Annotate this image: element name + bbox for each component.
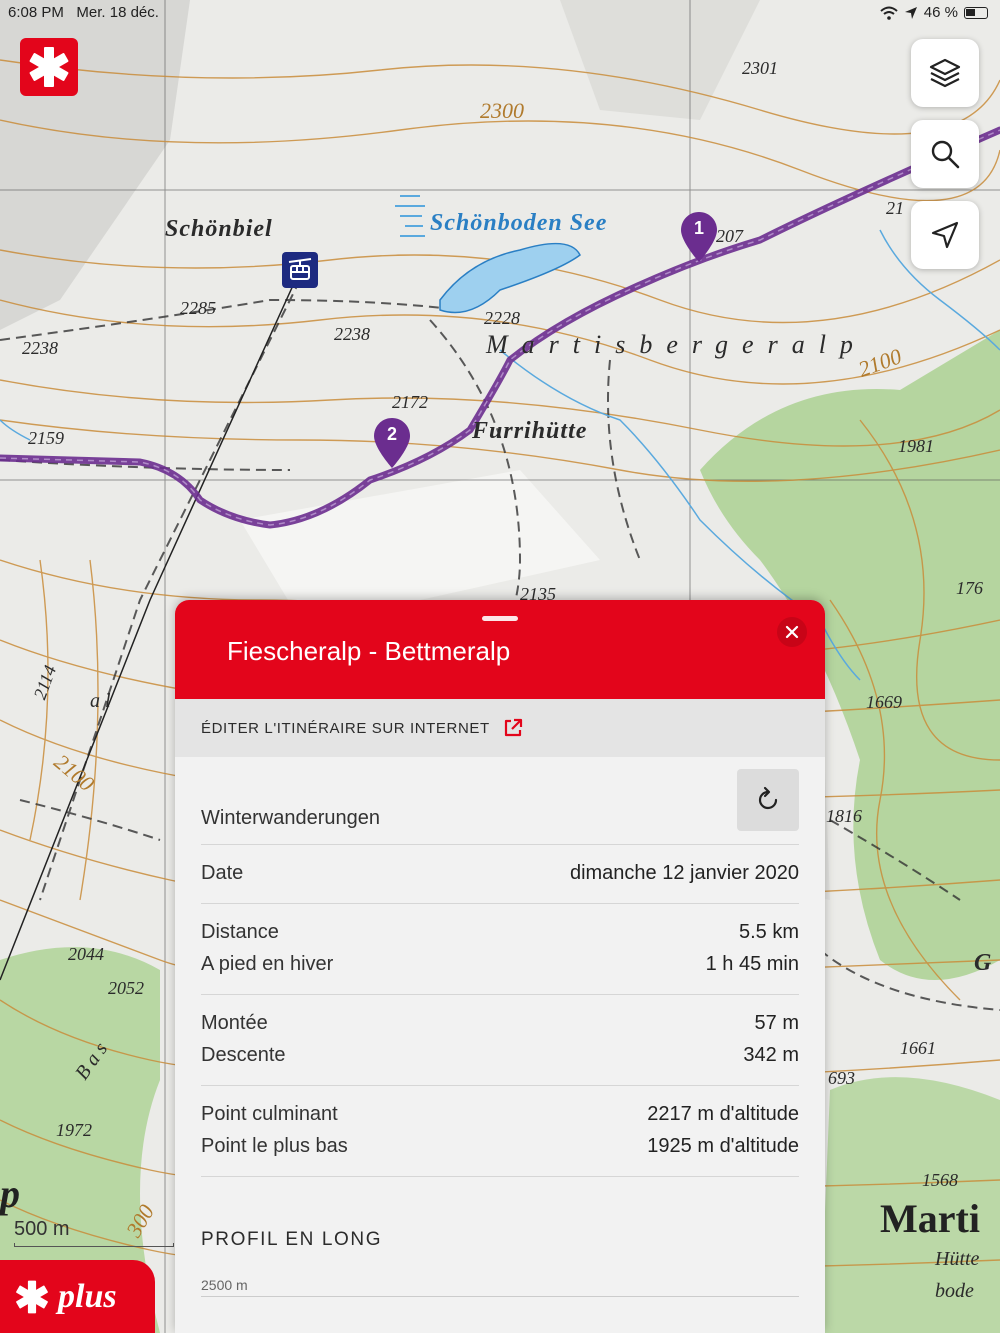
search-button[interactable] xyxy=(911,120,979,188)
elevation-label: 1816 xyxy=(826,806,862,826)
map-label-al: a l xyxy=(90,690,111,712)
ascent-label: Montée xyxy=(201,1011,268,1034)
panel-header: Fiescheralp - Bettmeralp xyxy=(175,600,825,699)
map-label-schonbiel: Schönbiel xyxy=(165,216,273,242)
refresh-icon xyxy=(758,786,778,810)
battery-percent: 46 % xyxy=(923,4,958,21)
status-date: Mer. 18 déc. xyxy=(76,4,159,21)
route-detail-panel: Fiescheralp - Bettmeralp ÉDITER L'ITINÉR… xyxy=(175,600,825,1333)
close-icon xyxy=(785,625,799,639)
battery-icon xyxy=(964,6,988,19)
elevation-label: 1972 xyxy=(56,1120,92,1140)
elevation-label: 2159 xyxy=(28,428,64,448)
elevation-change-group: Montée 57 m Descente 342 m xyxy=(201,995,799,1086)
elevation-label: 1981 xyxy=(898,436,934,456)
panel-content: Winterwanderungen Date dimanche 12 janvi… xyxy=(175,757,825,1297)
elevation-label: 1568 xyxy=(922,1170,958,1190)
elevation-label: 2301 xyxy=(742,58,778,78)
cable-car-icon xyxy=(288,258,312,280)
map-label-g: G xyxy=(974,950,993,976)
distance-label: Distance xyxy=(201,920,279,943)
walk-time-row: A pied en hiver 1 h 45 min xyxy=(201,948,799,980)
map-label-bode: bode xyxy=(935,1280,974,1302)
elevation-label: 2300 xyxy=(480,98,524,123)
layers-button[interactable] xyxy=(911,39,979,107)
drag-handle[interactable] xyxy=(482,616,518,621)
profile-axis-label: 2500 m xyxy=(201,1277,248,1293)
elevation-label: 176 xyxy=(956,578,983,598)
status-bar-right: 46 % xyxy=(880,4,988,21)
date-value: dimanche 12 janvier 2020 xyxy=(569,861,799,884)
descent-value: 342 m xyxy=(743,1043,799,1066)
waypoint-number: 1 xyxy=(693,218,704,238)
plus-button[interactable]: plus xyxy=(0,1260,155,1333)
distance-row: Distance 5.5 km xyxy=(201,916,799,948)
locate-button[interactable] xyxy=(911,201,979,269)
waypoint-number: 2 xyxy=(386,424,397,444)
elevation-label: 2285 xyxy=(180,298,216,318)
route-title: Fiescheralp - Bettmeralp xyxy=(227,636,511,666)
external-link-icon xyxy=(504,718,522,737)
lowest-point-label: Point le plus bas xyxy=(201,1134,348,1157)
category-row: Winterwanderungen xyxy=(201,757,799,845)
elevation-label: 2228 xyxy=(484,308,520,328)
location-arrow-icon xyxy=(904,6,917,19)
map-label-p: p xyxy=(0,1171,20,1216)
category-label: Winterwanderungen xyxy=(201,807,380,829)
altitude-group: Point culminant 2217 m d'altitude Point … xyxy=(201,1086,799,1177)
close-button[interactable] xyxy=(777,617,807,647)
elevation-label: 207 xyxy=(716,226,743,246)
edit-route-link[interactable]: ÉDITER L'ITINÉRAIRE SUR INTERNET xyxy=(175,699,825,757)
ascent-value: 57 m xyxy=(754,1011,799,1034)
wifi-icon xyxy=(880,6,898,20)
date-row: Date dimanche 12 janvier 2020 xyxy=(201,857,799,889)
elevation-label: 2238 xyxy=(334,324,370,344)
date-group: Date dimanche 12 janvier 2020 xyxy=(201,845,799,904)
elevation-label: 1669 xyxy=(866,692,902,712)
scale-bar xyxy=(14,1243,174,1247)
lowest-point-row: Point le plus bas 1925 m d'altitude xyxy=(201,1130,799,1162)
lowest-point-value: 1925 m d'altitude xyxy=(647,1134,799,1157)
walk-time-value: 1 h 45 min xyxy=(705,952,799,975)
profile-section-title: PROFIL EN LONG xyxy=(201,1229,383,1250)
ascent-row: Montée 57 m xyxy=(201,1007,799,1039)
refresh-button[interactable] xyxy=(737,769,799,831)
elevation-label: 21 xyxy=(886,198,904,218)
walk-time-label: A pied en hiver xyxy=(201,952,334,975)
map-label-lake: Schönboden See xyxy=(430,210,608,236)
plus-label: plus xyxy=(58,1277,117,1315)
waypoint-marker-2[interactable]: 2 xyxy=(374,418,410,468)
navigation-arrow-icon xyxy=(931,221,959,249)
swiss-asterisk-icon xyxy=(16,1280,48,1313)
elevation-label: 2238 xyxy=(22,338,58,358)
status-time: 6:08 PM xyxy=(8,4,64,21)
edit-route-label: ÉDITER L'ITINÉRAIRE SUR INTERNET xyxy=(201,719,490,737)
search-icon xyxy=(931,140,960,169)
elevation-label: 2044 xyxy=(68,944,104,964)
highest-point-row: Point culminant 2217 m d'altitude xyxy=(201,1098,799,1130)
date-label: Date xyxy=(201,861,244,884)
scale-label: 500 m xyxy=(14,1218,70,1240)
profile-gridline xyxy=(201,1296,799,1297)
elevation-label: 2052 xyxy=(108,978,144,998)
map-label-hutte: Hütte xyxy=(935,1248,980,1270)
map-label-town: Marti xyxy=(880,1196,980,1241)
swiss-asterisk-icon xyxy=(29,47,69,87)
cable-car-station[interactable] xyxy=(282,252,318,288)
app-logo[interactable] xyxy=(20,38,78,96)
distance-value: 5.5 km xyxy=(738,920,799,943)
map-label-martisbergeralp: Martisbergeralp xyxy=(486,330,867,359)
status-bar-left: 6:08 PM Mer. 18 déc. xyxy=(8,4,159,21)
layers-icon xyxy=(929,58,961,88)
descent-row: Descente 342 m xyxy=(201,1039,799,1071)
distance-group: Distance 5.5 km A pied en hiver 1 h 45 m… xyxy=(201,904,799,995)
elevation-label: 1661 xyxy=(900,1038,936,1058)
highest-point-value: 2217 m d'altitude xyxy=(647,1102,799,1125)
descent-label: Descente xyxy=(201,1043,286,1066)
highest-point-label: Point culminant xyxy=(201,1102,338,1125)
map-label-furrihutte: Furrihütte xyxy=(472,418,588,444)
waypoint-marker-1[interactable]: 1 xyxy=(681,212,717,262)
elevation-label: 2172 xyxy=(392,392,428,412)
elevation-label: 693 xyxy=(828,1068,855,1088)
